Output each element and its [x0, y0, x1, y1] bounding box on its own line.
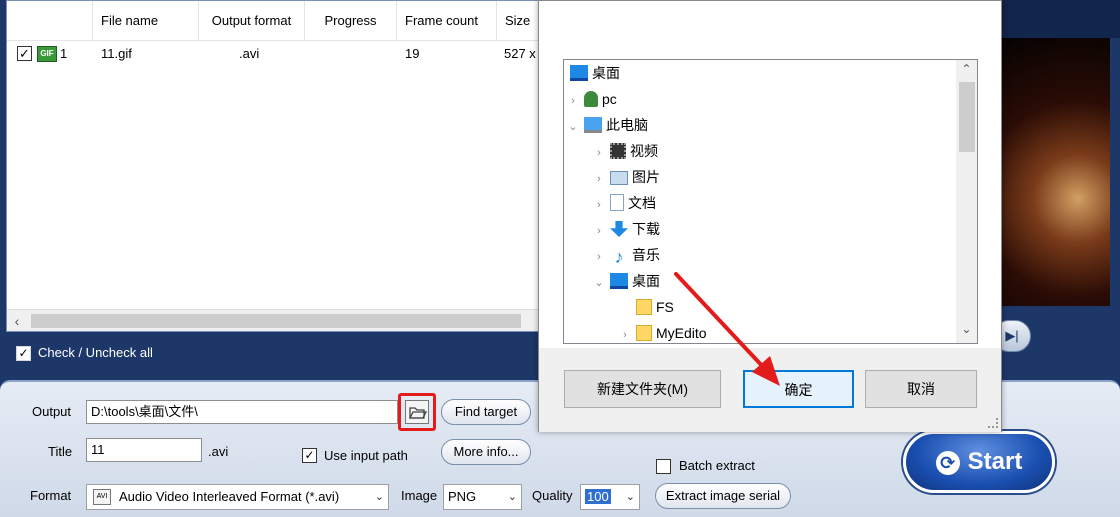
chevron-right-icon[interactable]: › [592, 166, 606, 192]
browse-folder-dialog: 桌面 › pc ⌄ 此电脑 › 视频 › 图片 › 文档 › 下载 › ♪ 音乐 ⌄ 桌面 FS [538, 0, 1002, 432]
chevron-down-icon: ⌄ [625, 491, 635, 503]
file-list: File name Output format Progress Frame c… [6, 0, 541, 332]
column-file-name[interactable]: File name [93, 1, 199, 41]
cancel-button[interactable]: 取消 [865, 370, 977, 408]
row-output-format: .avi [239, 46, 260, 61]
row-size: 527 x [504, 46, 536, 61]
column-progress[interactable]: Progress [305, 1, 397, 41]
chevron-right-icon[interactable]: › [592, 244, 606, 270]
row-frame-count: 19 [405, 46, 420, 61]
folder-icon [636, 299, 652, 315]
horizontal-scrollbar[interactable]: ‹ [7, 309, 541, 331]
file-list-header: File name Output format Progress Frame c… [7, 1, 541, 41]
pictures-folder-icon [610, 171, 628, 185]
start-button-content: ⟳ Start [906, 434, 1052, 490]
browse-button-highlight [398, 393, 436, 431]
scrollbar-thumb[interactable] [959, 82, 975, 152]
tree-item-documents[interactable]: › 文档 [592, 190, 656, 216]
tree-item-videos[interactable]: › 视频 [592, 138, 658, 164]
chevron-down-icon[interactable]: ⌄ [566, 114, 580, 140]
find-target-button[interactable]: Find target [441, 399, 531, 425]
format-select-value: Audio Video Interleaved Format (*.avi) [119, 489, 340, 504]
output-path-field[interactable]: D:\tools\桌面\文件\ [86, 400, 398, 424]
preview-header [1002, 0, 1120, 38]
tree-item-this-pc[interactable]: ⌄ 此电脑 [566, 112, 648, 138]
scroll-left-icon[interactable]: ‹ [9, 313, 25, 329]
scroll-up-icon[interactable]: ⌃ [956, 62, 977, 78]
scrollbar-thumb[interactable] [31, 314, 521, 328]
start-button[interactable]: ⟳ Start [903, 431, 1055, 493]
row-checkbox[interactable]: ✓ [17, 46, 32, 61]
documents-folder-icon [610, 194, 624, 211]
chevron-down-icon: ⌄ [507, 491, 517, 503]
column-check [7, 1, 93, 41]
start-label: Start [967, 448, 1023, 475]
avi-file-icon: AVI [93, 489, 111, 505]
use-input-path-label[interactable]: Use input path [324, 448, 408, 463]
output-label: Output [32, 404, 72, 419]
chevron-right-icon[interactable]: › [592, 218, 606, 244]
chevron-right-icon[interactable]: › [592, 140, 606, 166]
quality-select[interactable]: 100 ⌄ [580, 484, 640, 510]
more-info-button[interactable]: More info... [441, 439, 531, 465]
tree-item-desktop-root[interactable]: 桌面 [566, 60, 620, 86]
format-label: Format [30, 488, 72, 503]
scroll-down-icon[interactable]: ⌄ [956, 322, 977, 338]
chevron-right-icon[interactable]: › [618, 322, 632, 343]
batch-extract-checkbox[interactable] [656, 459, 671, 474]
image-format-value: PNG [448, 489, 477, 504]
chevron-right-icon[interactable]: › [566, 88, 580, 114]
folder-tree[interactable]: 桌面 › pc ⌄ 此电脑 › 视频 › 图片 › 文档 › 下载 › ♪ 音乐 ⌄ 桌面 FS [563, 59, 978, 344]
folder-icon [636, 325, 652, 341]
quality-value: 100 [585, 489, 611, 504]
check-all-checkbox[interactable]: ✓ [16, 346, 31, 361]
vertical-scrollbar[interactable]: ⌃ ⌄ [956, 60, 977, 343]
format-select[interactable]: AVI Audio Video Interleaved Format (*.av… [86, 484, 389, 510]
tree-item-myeditor[interactable]: › MyEdito [618, 320, 707, 343]
download-folder-icon [610, 221, 628, 237]
refresh-icon: ⟳ [935, 450, 960, 475]
new-folder-button[interactable]: 新建文件夹(M) [564, 370, 721, 408]
quality-label: Quality [532, 488, 573, 503]
computer-icon [584, 117, 602, 133]
use-input-path-checkbox[interactable]: ✓ [302, 448, 317, 463]
preview-image [1002, 38, 1110, 306]
title-field[interactable]: 11 [86, 438, 202, 462]
row-file-name: 11.gif [101, 46, 132, 61]
tree-item-pc[interactable]: › pc [566, 86, 617, 112]
music-folder-icon: ♪ [614, 247, 624, 267]
tree-item-pictures[interactable]: › 图片 [592, 164, 660, 190]
batch-extract-label[interactable]: Batch extract [679, 458, 755, 473]
image-format-select[interactable]: PNG ⌄ [443, 484, 522, 510]
resize-grip-icon[interactable] [988, 418, 998, 428]
chevron-down-icon: ⌄ [374, 491, 384, 503]
column-frame-count[interactable]: Frame count [397, 1, 497, 41]
tree-item-music[interactable]: › ♪ 音乐 [592, 242, 660, 268]
tree-item-fs[interactable]: FS [618, 294, 674, 320]
row-index: 1 [60, 46, 68, 61]
title-label: Title [48, 444, 73, 459]
chevron-right-icon[interactable]: › [592, 192, 606, 218]
table-row[interactable]: ✓ GIF 1 11.gif .avi 19 527 x [7, 43, 541, 65]
chevron-down-icon[interactable]: ⌄ [592, 270, 606, 296]
image-label: Image [401, 488, 438, 503]
check-all-label[interactable]: Check / Uncheck all [38, 345, 153, 360]
extract-image-serial-button[interactable]: Extract image serial [655, 483, 791, 509]
ok-button[interactable]: 确定 [743, 370, 854, 408]
user-icon [584, 91, 598, 107]
tree-item-desktop[interactable]: ⌄ 桌面 [592, 268, 660, 294]
gif-file-icon: GIF [37, 46, 57, 62]
desktop-icon [570, 65, 588, 81]
title-extension: .avi [208, 444, 229, 459]
column-output-format[interactable]: Output format [199, 1, 305, 41]
video-folder-icon [610, 143, 626, 159]
desktop-icon [610, 273, 628, 289]
tree-item-downloads[interactable]: › 下载 [592, 216, 660, 242]
